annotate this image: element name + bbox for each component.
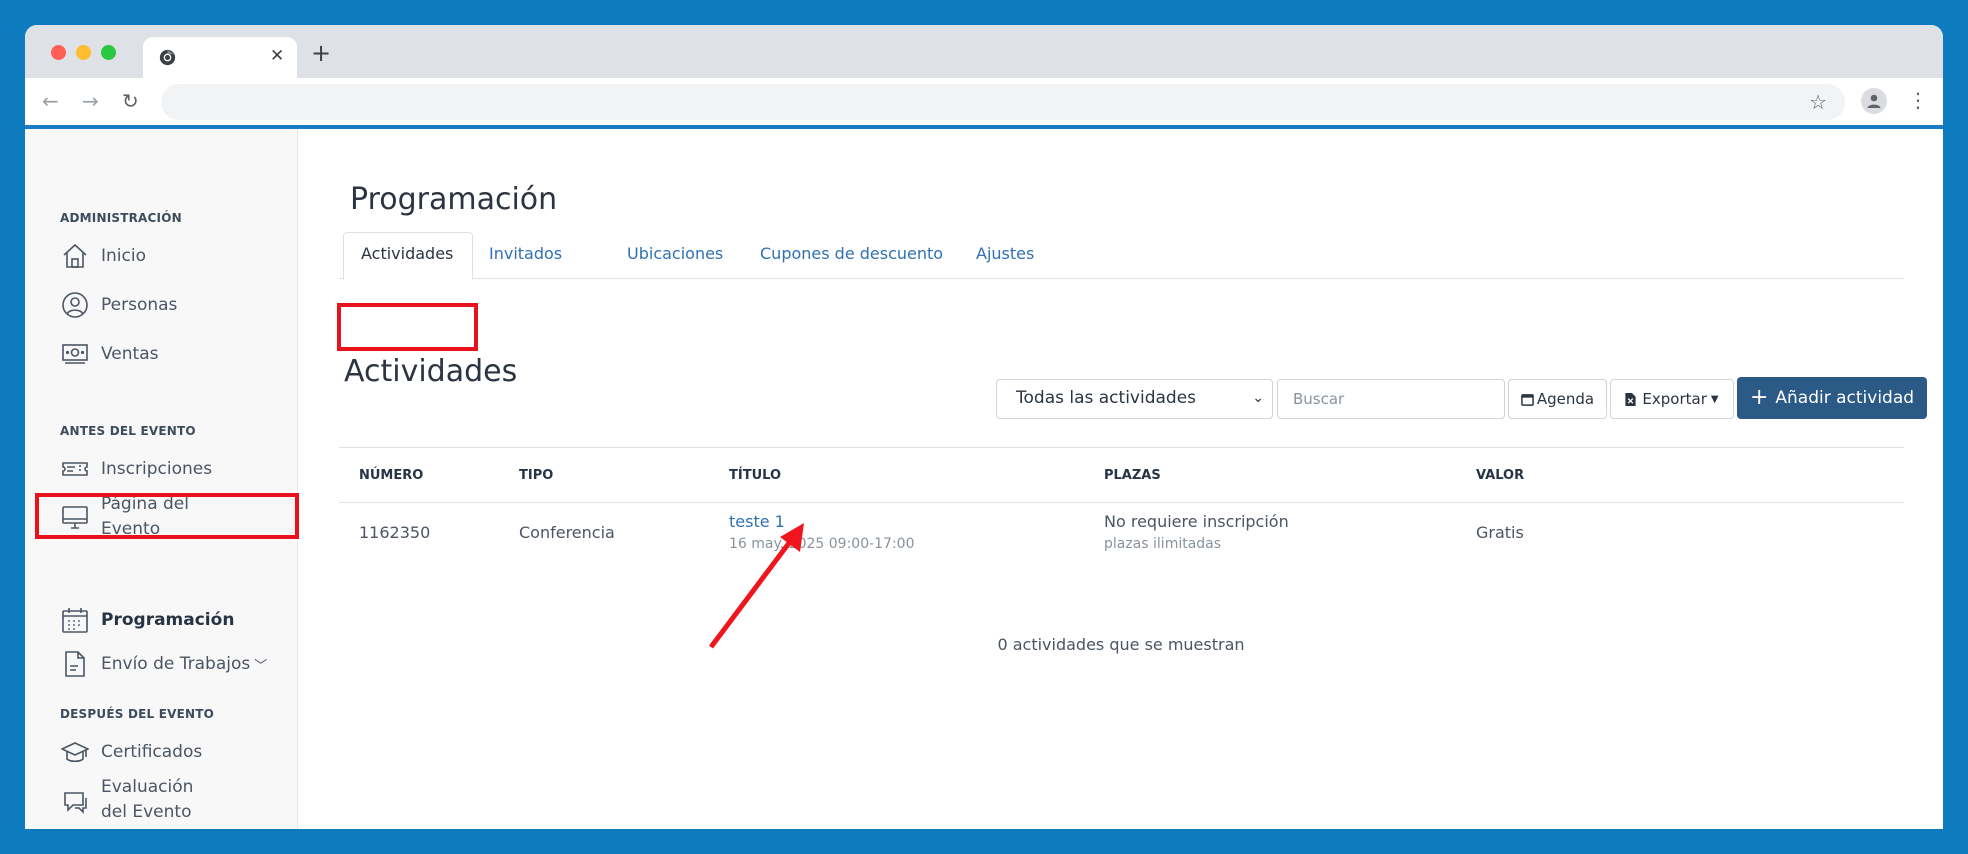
browser-window: ✕ + ← → ↻ ☆ ⋮ ADMINISTRACIÓN Inicio Pers…	[25, 25, 1943, 829]
annotation-arrow	[709, 523, 804, 649]
